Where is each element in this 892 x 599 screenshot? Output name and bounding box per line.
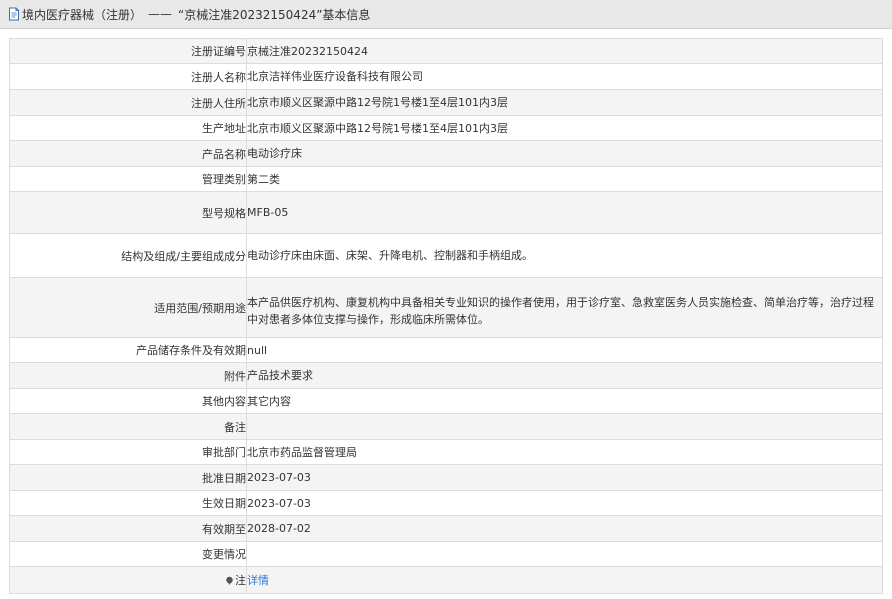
row-value: 北京洁祥伟业医疗设备科技有限公司 — [246, 63, 883, 90]
table-row: 批准日期 2023-07-03 — [9, 464, 883, 491]
row-label: 产品名称 — [9, 140, 247, 167]
row-label: 生产地址 — [9, 115, 247, 141]
row-label: 有效期至 — [9, 515, 247, 542]
row-label: 变更情况 — [9, 541, 247, 567]
row-value: 产品技术要求 — [246, 362, 883, 389]
row-value: 北京市顺义区聚源中路12号院1号楼1至4层101内3层 — [246, 89, 883, 116]
row-label: 管理类别 — [9, 166, 247, 192]
row-value — [246, 541, 883, 567]
page-header: 境内医疗器械（注册） —— “京械注准20232150424”基本信息 — [0, 0, 892, 29]
note-label: 注 — [235, 574, 246, 587]
table-row: 生产地址 北京市顺义区聚源中路12号院1号楼1至4层101内3层 — [9, 115, 883, 141]
row-label: 批准日期 — [9, 464, 247, 491]
row-label: 注册证编号 — [9, 38, 247, 64]
table-row: 产品名称 电动诊疗床 — [9, 140, 883, 167]
row-label: 生效日期 — [9, 490, 247, 516]
row-value: 电动诊疗床由床面、床架、升降电机、控制器和手柄组成。 — [246, 233, 883, 278]
header-section: 境内医疗器械（注册） — [22, 7, 143, 22]
table-row: 注册证编号 京械注准20232150424 — [9, 38, 883, 64]
row-value: 京械注准20232150424 — [246, 38, 883, 64]
row-value: 北京市药品监督管理局 — [246, 439, 883, 465]
row-value — [246, 413, 883, 440]
row-label: 产品储存条件及有效期 — [9, 337, 247, 363]
table-row: 管理类别 第二类 — [9, 166, 883, 192]
note-icon — [226, 576, 233, 585]
row-value: 本产品供医疗机构、康复机构中具备相关专业知识的操作者使用，用于诊疗室、急救室医务… — [246, 277, 883, 338]
row-value: 第二类 — [246, 166, 883, 192]
row-value: 2023-07-03 — [246, 490, 883, 516]
table-row: 其他内容 其它内容 — [9, 388, 883, 414]
row-label: 适用范围/预期用途 — [9, 277, 247, 338]
table-row: 审批部门 北京市药品监督管理局 — [9, 439, 883, 465]
table-row: 变更情况 — [9, 541, 883, 567]
table-row: 备注 — [9, 413, 883, 440]
row-label: 备注 — [9, 413, 247, 440]
row-label: 注册人住所 — [9, 89, 247, 116]
row-value: 2028-07-02 — [246, 515, 883, 542]
info-table: 注册证编号 京械注准20232150424 注册人名称 北京洁祥伟业医疗设备科技… — [9, 38, 883, 594]
table-row: 注册人住所 北京市顺义区聚源中路12号院1号楼1至4层101内3层 — [9, 89, 883, 116]
table-row: 型号规格 MFB-05 — [9, 191, 883, 234]
table-row: 生效日期 2023-07-03 — [9, 490, 883, 516]
header-title: “京械注准20232150424”基本信息 — [178, 7, 371, 22]
row-value: 其它内容 — [246, 388, 883, 414]
row-value: MFB-05 — [246, 191, 883, 234]
table-row: 适用范围/预期用途 本产品供医疗机构、康复机构中具备相关专业知识的操作者使用，用… — [9, 277, 883, 338]
row-value: 2023-07-03 — [246, 464, 883, 491]
row-label: 审批部门 — [9, 439, 247, 465]
table-row: 注册人名称 北京洁祥伟业医疗设备科技有限公司 — [9, 63, 883, 90]
table-row: 结构及组成/主要组成成分 电动诊疗床由床面、床架、升降电机、控制器和手柄组成。 — [9, 233, 883, 278]
table-row: 产品储存条件及有效期 null — [9, 337, 883, 363]
row-value: null — [246, 337, 883, 363]
table-row: 注 详情 — [9, 566, 883, 594]
header-separator: —— — [148, 7, 173, 21]
row-label: 其他内容 — [9, 388, 247, 414]
table-row: 有效期至 2028-07-02 — [9, 515, 883, 542]
row-value: 电动诊疗床 — [246, 140, 883, 167]
document-icon — [9, 7, 19, 21]
row-value: 北京市顺义区聚源中路12号院1号楼1至4层101内3层 — [246, 115, 883, 141]
details-link[interactable]: 详情 — [248, 574, 270, 587]
row-label: 附件 — [9, 362, 247, 389]
row-value: 详情 — [246, 566, 883, 594]
row-label: 结构及组成/主要组成成分 — [9, 233, 247, 278]
row-label: 注册人名称 — [9, 63, 247, 90]
row-label: 注 — [9, 566, 247, 594]
table-row: 附件 产品技术要求 — [9, 362, 883, 389]
row-label: 型号规格 — [9, 191, 247, 234]
